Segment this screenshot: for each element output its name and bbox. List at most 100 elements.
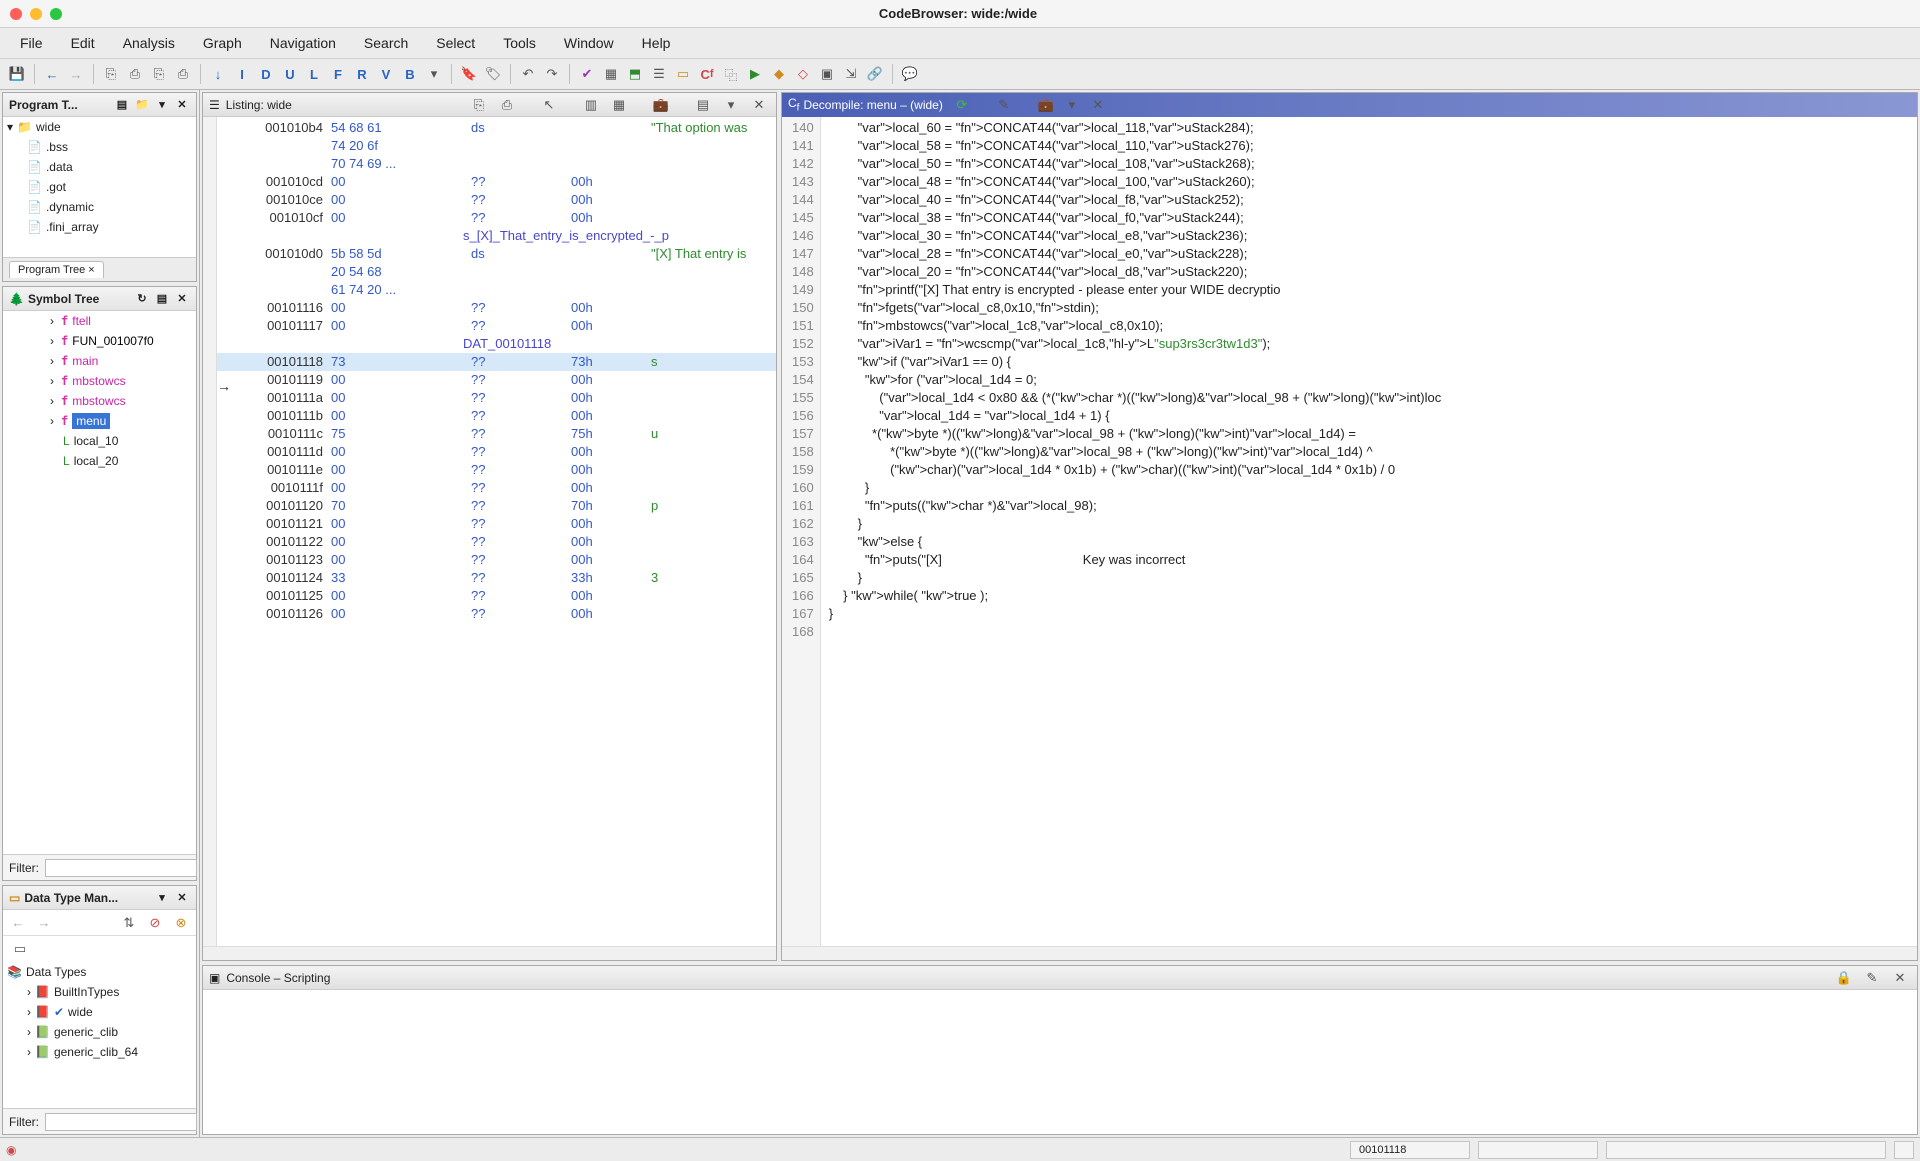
decompile-line[interactable]: "fn">puts(("kw">char *)&"var">local_98); [829,497,1442,515]
menu-navigation[interactable]: Navigation [258,31,348,55]
drop-icon[interactable]: ▾ [1061,94,1083,116]
pt-item[interactable]: .bss [46,140,68,154]
cf-icon[interactable]: Cf [696,63,718,85]
menu-select[interactable]: Select [424,31,487,55]
link-icon[interactable]: 🔗 [864,63,886,85]
listing-row[interactable]: 0010112200??00h [203,533,776,551]
listing-row[interactable]: 74 20 6f [203,137,776,155]
symbol-tree-body[interactable]: ›fftell›fFUN_001007f0›fmain›fmbstowcs›fm… [3,311,196,854]
decompile-line[interactable]: ("var">local_1d4 < 0x80 && (*("kw">char … [829,389,1442,407]
tag2-icon[interactable]: 🏷 [482,63,504,85]
decompile-line[interactable]: "fn">fgets("var">local_c8,0x10,"fn">stdi… [829,299,1442,317]
symbol-name[interactable]: local_10 [74,434,119,448]
pt-btn3-icon[interactable]: ▾ [154,97,170,113]
close-panel-icon[interactable]: ✕ [1087,94,1109,116]
symbol-tree-item[interactable]: ›fftell [3,311,196,331]
decompile-line[interactable]: } [829,515,1442,533]
listing-row[interactable]: 001010d05b 58 5dds"[X] That entry is [203,245,776,263]
tree-icon[interactable]: ⿻ [720,63,742,85]
dtm-c-icon[interactable]: ⊗ [170,912,192,934]
mem-icon[interactable]: ▦ [600,63,622,85]
lst-btn-icon[interactable]: ▤ [692,94,714,116]
refresh-icon[interactable]: ⟳ [951,94,973,116]
down-icon[interactable]: ↓ [207,63,229,85]
decompile-body[interactable]: 1401411421431441451461471481491501511521… [782,117,1917,946]
pt-btn1-icon[interactable]: ▤ [114,97,130,113]
close-panel-icon[interactable]: ✕ [174,291,190,307]
symbol-tree-item[interactable]: ›fmain [3,351,196,371]
pt-item[interactable]: .got [46,180,66,194]
listing-row[interactable]: 0010112600??00h [203,605,776,623]
listing-row[interactable]: 0010111b00??00h [203,407,776,425]
symbol-tree-item[interactable]: Llocal_20 [3,451,196,471]
bubble-icon[interactable]: 💬 [899,63,921,85]
decompile-line[interactable]: "var">local_48 = "fn">CONCAT44("var">loc… [829,173,1442,191]
symbol-tree-item[interactable]: ›fmbstowcs [3,371,196,391]
decompile-line[interactable]: } "kw">while( "kw">true ); [829,587,1442,605]
decompile-hscroll[interactable] [782,946,1917,960]
decompile-line[interactable]: "var">local_1d4 = "var">local_1d4 + 1) { [829,407,1442,425]
dtm-root[interactable]: Data Types [26,965,86,979]
drop-icon[interactable]: ▾ [423,63,445,85]
listing-row[interactable]: 0010112433??33h3 [203,569,776,587]
listing-row[interactable]: 001010cf00??00h [203,209,776,227]
menu-window[interactable]: Window [552,31,626,55]
dtm-drop-icon[interactable]: ▾ [154,890,170,906]
menu-edit[interactable]: Edit [59,31,107,55]
check-icon[interactable]: ✔ [576,63,598,85]
dtm-back-icon[interactable]: ← [7,912,29,934]
lst-btn-icon[interactable]: ⎙ [496,94,518,116]
paste2-icon[interactable]: ⎙ [172,63,194,85]
listing-row[interactable]: 0010112100??00h [203,515,776,533]
listing-row[interactable]: 001010b454 68 61ds"That option was [203,119,776,137]
listing-body[interactable]: → 001010b454 68 61ds"That option was 74 … [203,117,776,946]
st-btn1-icon[interactable]: ↻ [134,291,150,307]
copy-icon[interactable]: ⎘ [100,63,122,85]
listing-row[interactable]: 0010112070??70hp [203,497,776,515]
symbol-name[interactable]: menu [72,413,110,429]
export-icon[interactable]: 💼 [1035,94,1057,116]
diamond-icon[interactable]: ◆ [768,63,790,85]
menu-file[interactable]: File [8,31,55,55]
listing-row[interactable]: 001010cd00??00h [203,173,776,191]
listing-row[interactable]: 20 54 68 [203,263,776,281]
script-icon[interactable]: ⬒ [624,63,646,85]
listing-row[interactable]: 0010111873??73hs [203,353,776,371]
close-icon[interactable] [10,8,22,20]
decompile-line[interactable]: } [829,569,1442,587]
dtm-a-icon[interactable]: ⇅ [118,912,140,934]
decompile-line[interactable]: *("kw">byte *)(("kw">long)&"var">local_9… [829,425,1442,443]
decompile-line[interactable]: "var">local_40 = "fn">CONCAT44("var">loc… [829,191,1442,209]
decompile-line[interactable]: "var">local_28 = "fn">CONCAT44("var">loc… [829,245,1442,263]
symbol-name[interactable]: mbstowcs [72,394,125,408]
pt-item[interactable]: .fini_array [46,220,99,234]
symbol-tree-item[interactable]: ›fFUN_001007f0 [3,331,196,351]
minimize-icon[interactable] [30,8,42,20]
listing-row[interactable]: 0010111d00??00h [203,443,776,461]
listing-row[interactable]: 0010111e00??00h [203,461,776,479]
dtm-filter-input[interactable] [45,1113,197,1131]
lst-btn-icon[interactable]: ⎘ [468,94,490,116]
l-icon[interactable]: L [303,63,325,85]
symbol-tree-item[interactable]: ›fmbstowcs [3,391,196,411]
lst-btn-icon[interactable]: ▦ [608,94,630,116]
r-icon[interactable]: R [351,63,373,85]
dtm-b-icon[interactable]: ⊘ [144,912,166,934]
decompile-line[interactable]: "fn">printf("[X] That entry is encrypted… [829,281,1442,299]
symbol-tree-item[interactable]: Llocal_10 [3,431,196,451]
decompile-line[interactable]: "var">local_60 = "fn">CONCAT44("var">loc… [829,119,1442,137]
pt-btn2-icon[interactable]: 📁 [134,97,150,113]
diamond2-icon[interactable]: ◇ [792,63,814,85]
listing-hscroll[interactable] [203,946,776,960]
forward-icon[interactable]: → [65,63,87,85]
lst-cursor-icon[interactable]: ↖ [538,94,560,116]
symbol-filter-input[interactable] [45,859,197,877]
listing-label-row[interactable]: s_[X]_That_entry_is_encrypted_-_p [203,227,776,245]
edit-icon[interactable]: ✎ [1861,967,1883,989]
decompile-line[interactable]: "var">local_38 = "fn">CONCAT44("var">loc… [829,209,1442,227]
lock-icon[interactable]: 🔒 [1833,967,1855,989]
dtm-item[interactable]: generic_clib_64 [54,1045,138,1059]
decompile-line[interactable]: "fn">mbstowcs("var">local_1c8,"var">loca… [829,317,1442,335]
decompile-line[interactable]: *("kw">byte *)(("kw">long)&"var">local_9… [829,443,1442,461]
undo-icon[interactable]: ↶ [517,63,539,85]
